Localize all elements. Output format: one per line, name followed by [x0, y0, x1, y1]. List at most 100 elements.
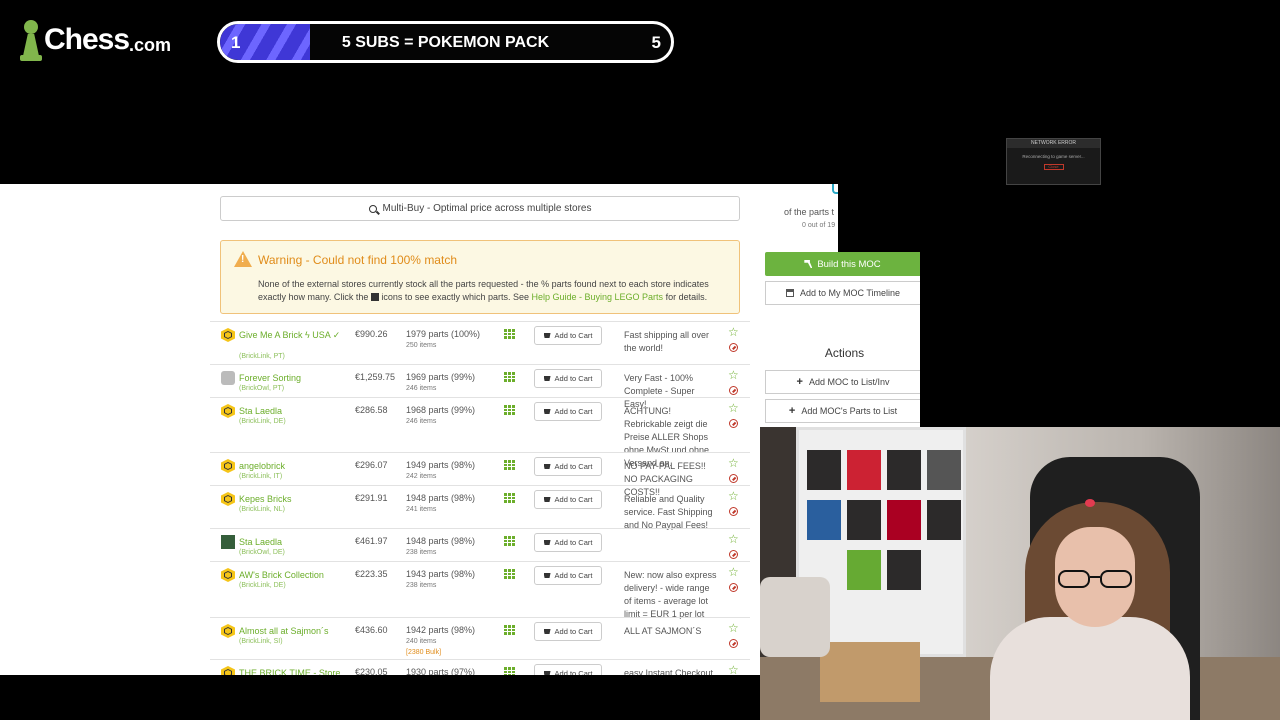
plus-icon: + — [796, 376, 803, 388]
star-icon[interactable]: ☆ — [728, 664, 739, 675]
warning-body: None of the external stores currently st… — [258, 278, 733, 304]
parts-grid-icon[interactable] — [504, 667, 515, 675]
build-moc-label: Build this MOC — [817, 258, 881, 270]
dialog-text: Reconnecting to game server... — [1022, 154, 1085, 159]
add-to-cart-button[interactable]: Add to Cart — [534, 457, 602, 476]
warning-text-3: for details. — [665, 292, 708, 302]
build-moc-button[interactable]: Build this MOC — [765, 252, 920, 276]
star-icon[interactable]: ☆ — [728, 457, 739, 469]
store-badge-icon — [221, 535, 235, 549]
multibuy-label: Multi-Buy - Optimal price across multipl… — [382, 203, 592, 214]
store-name-link[interactable]: Sta Laedla — [239, 536, 349, 548]
add-to-cart-button[interactable]: Add to Cart — [534, 566, 602, 585]
stat-sub: 0 out of 19 — [802, 222, 836, 229]
block-store-icon[interactable] — [729, 474, 738, 483]
store-badge-icon — [221, 568, 235, 582]
store-row: Kepes Bricks (BrickLink, NL) €291.91 1948 p… — [210, 485, 750, 530]
sub-goal-bar: 1 5 SUBS = POKEMON PACK 5 — [217, 21, 674, 63]
help-guide-link[interactable]: Help Guide - Buying LEGO Parts — [532, 292, 664, 302]
store-badge-icon — [221, 666, 235, 675]
store-parts: 1979 parts (100%) — [406, 329, 481, 339]
store-name-link[interactable]: Forever Sorting — [239, 372, 349, 384]
parts-grid-icon[interactable] — [504, 493, 515, 503]
add-moc-list-button[interactable]: + Add MOC to List/Inv — [765, 370, 920, 394]
store-name-link[interactable]: Almost all at Sajmon´s — [239, 625, 349, 637]
parts-grid-icon[interactable] — [504, 569, 515, 579]
add-parts-list-button[interactable]: + Add MOC's Parts to List — [765, 399, 920, 423]
web-page: Multi-Buy - Optimal price across multipl… — [0, 184, 760, 675]
star-icon[interactable]: ☆ — [728, 326, 739, 338]
block-store-icon[interactable] — [729, 550, 738, 559]
store-note: Fast shipping all over the world! — [624, 330, 710, 353]
store-items: 242 items — [406, 473, 437, 480]
store-badge-icon — [221, 371, 235, 385]
add-to-cart-button[interactable]: Add to Cart — [534, 664, 602, 675]
store-name-link[interactable]: angelobrick — [239, 460, 349, 472]
parts-grid-icon[interactable] — [504, 625, 515, 635]
dialog-close-button[interactable]: Close — [1043, 164, 1064, 170]
block-store-icon[interactable] — [729, 639, 738, 648]
warning-text-2: icons to see exactly which parts. See — [381, 292, 529, 302]
cart-icon — [543, 409, 551, 414]
page-main: Multi-Buy - Optimal price across multipl… — [210, 184, 750, 675]
store-items: 246 items — [406, 418, 437, 425]
store-parts: 1942 parts (98%) — [406, 625, 476, 635]
parts-grid-icon[interactable] — [504, 372, 515, 382]
store-price: €291.91 — [355, 493, 388, 503]
star-icon[interactable]: ☆ — [728, 402, 739, 414]
store-row: Almost all at Sajmon´s (BrickLink, SI) €43… — [210, 617, 750, 658]
store-name-link[interactable]: THE BRICK TIME - Store — [239, 667, 349, 675]
add-to-cart-label: Add to Cart — [554, 669, 593, 675]
parts-grid-icon[interactable] — [504, 329, 515, 339]
store-parts: 1949 parts (98%) — [406, 460, 476, 470]
store-source: (BrickLink, PT) — [239, 353, 285, 360]
cart-icon — [543, 629, 551, 634]
cart-icon — [543, 671, 551, 675]
add-timeline-button[interactable]: Add to My MOC Timeline — [765, 281, 920, 305]
star-icon[interactable]: ☆ — [728, 490, 739, 502]
store-row: Give Me A Brick ϟ USA ✓ (BrickLink, PT) €9… — [210, 321, 750, 363]
search-icon — [368, 204, 377, 213]
store-note: easy Instant Checkout — [624, 668, 714, 675]
cart-icon — [543, 376, 551, 381]
block-store-icon[interactable] — [729, 419, 738, 428]
store-parts: 1943 parts (98%) — [406, 569, 476, 579]
parts-grid-icon[interactable] — [504, 460, 515, 470]
store-parts: 1930 parts (97%) — [406, 667, 476, 675]
block-store-icon[interactable] — [729, 583, 738, 592]
add-to-cart-button[interactable]: Add to Cart — [534, 369, 602, 388]
store-row: Forever Sorting (BrickOwl, PT) €1,259.75 19… — [210, 364, 750, 409]
add-parts-label: Add MOC's Parts to List — [801, 406, 898, 416]
star-icon[interactable]: ☆ — [728, 533, 739, 545]
block-store-icon[interactable] — [729, 386, 738, 395]
stat-label: of the parts t — [784, 207, 835, 217]
star-icon[interactable]: ☆ — [728, 566, 739, 578]
chess-logo: Chess .com — [20, 16, 171, 64]
block-store-icon[interactable] — [729, 343, 738, 352]
star-icon[interactable]: ☆ — [728, 369, 739, 381]
add-to-cart-button[interactable]: Add to Cart — [534, 622, 602, 641]
add-to-cart-button[interactable]: Add to Cart — [534, 402, 602, 421]
add-to-cart-button[interactable]: Add to Cart — [534, 533, 602, 552]
store-items: 240 items — [406, 638, 437, 645]
store-price: €1,259.75 — [355, 372, 396, 382]
add-to-cart-button[interactable]: Add to Cart — [534, 490, 602, 509]
store-name-link[interactable]: Give Me A Brick ϟ USA ✓ — [239, 329, 349, 341]
parts-grid-icon[interactable] — [504, 536, 515, 546]
store-row: Sta Laedla (BrickLink, DE) €286.58 1968 par… — [210, 397, 750, 468]
multibuy-button[interactable]: Multi-Buy - Optimal price across multipl… — [220, 196, 740, 221]
store-name-link[interactable]: AW's Brick Collection — [239, 569, 349, 581]
store-price: €990.26 — [355, 329, 388, 339]
add-to-cart-button[interactable]: Add to Cart — [534, 326, 602, 345]
add-to-cart-label: Add to Cart — [554, 495, 593, 504]
warning-alert: ! Warning - Could not find 100% match No… — [220, 240, 740, 314]
store-row: Sta Laedla (BrickOwl, DE) €461.97 1948 part… — [210, 528, 750, 560]
parts-grid-icon[interactable] — [504, 405, 515, 415]
sidebar-occlusion — [838, 184, 920, 252]
store-name-link[interactable]: Sta Laedla — [239, 405, 349, 417]
store-source: (BrickLink, IT) — [239, 473, 283, 480]
block-store-icon[interactable] — [729, 507, 738, 516]
cart-icon — [543, 464, 551, 469]
star-icon[interactable]: ☆ — [728, 622, 739, 634]
store-name-link[interactable]: Kepes Bricks — [239, 493, 349, 505]
